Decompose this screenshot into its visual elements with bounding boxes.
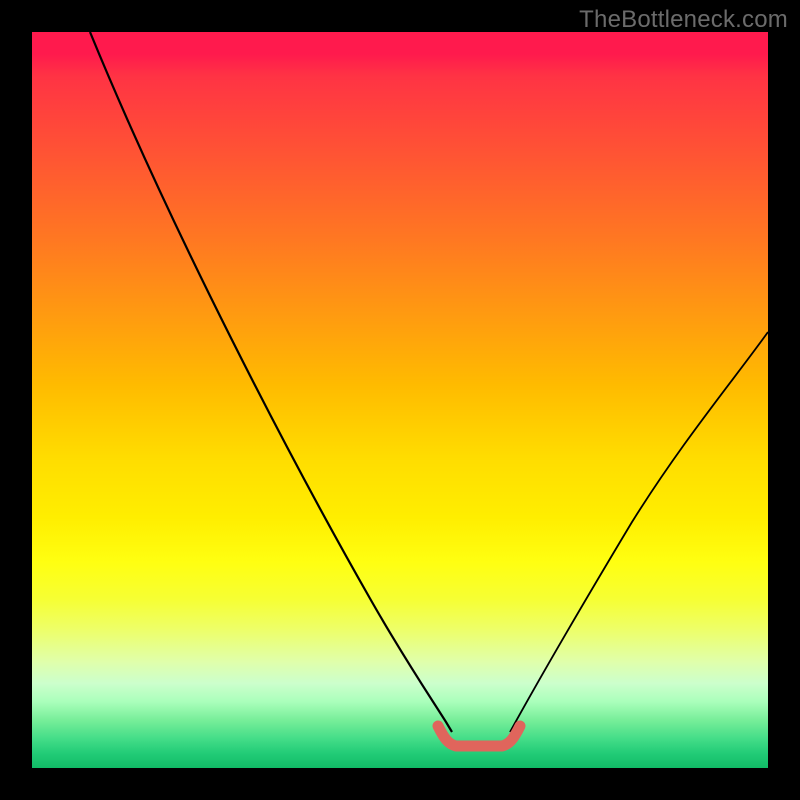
watermark-text: TheBottleneck.com [579,6,788,34]
curve-overlay [32,32,768,768]
plot-area [32,32,768,768]
right-curve [510,332,768,732]
left-curve [90,32,452,732]
chart-frame: TheBottleneck.com [0,0,800,800]
